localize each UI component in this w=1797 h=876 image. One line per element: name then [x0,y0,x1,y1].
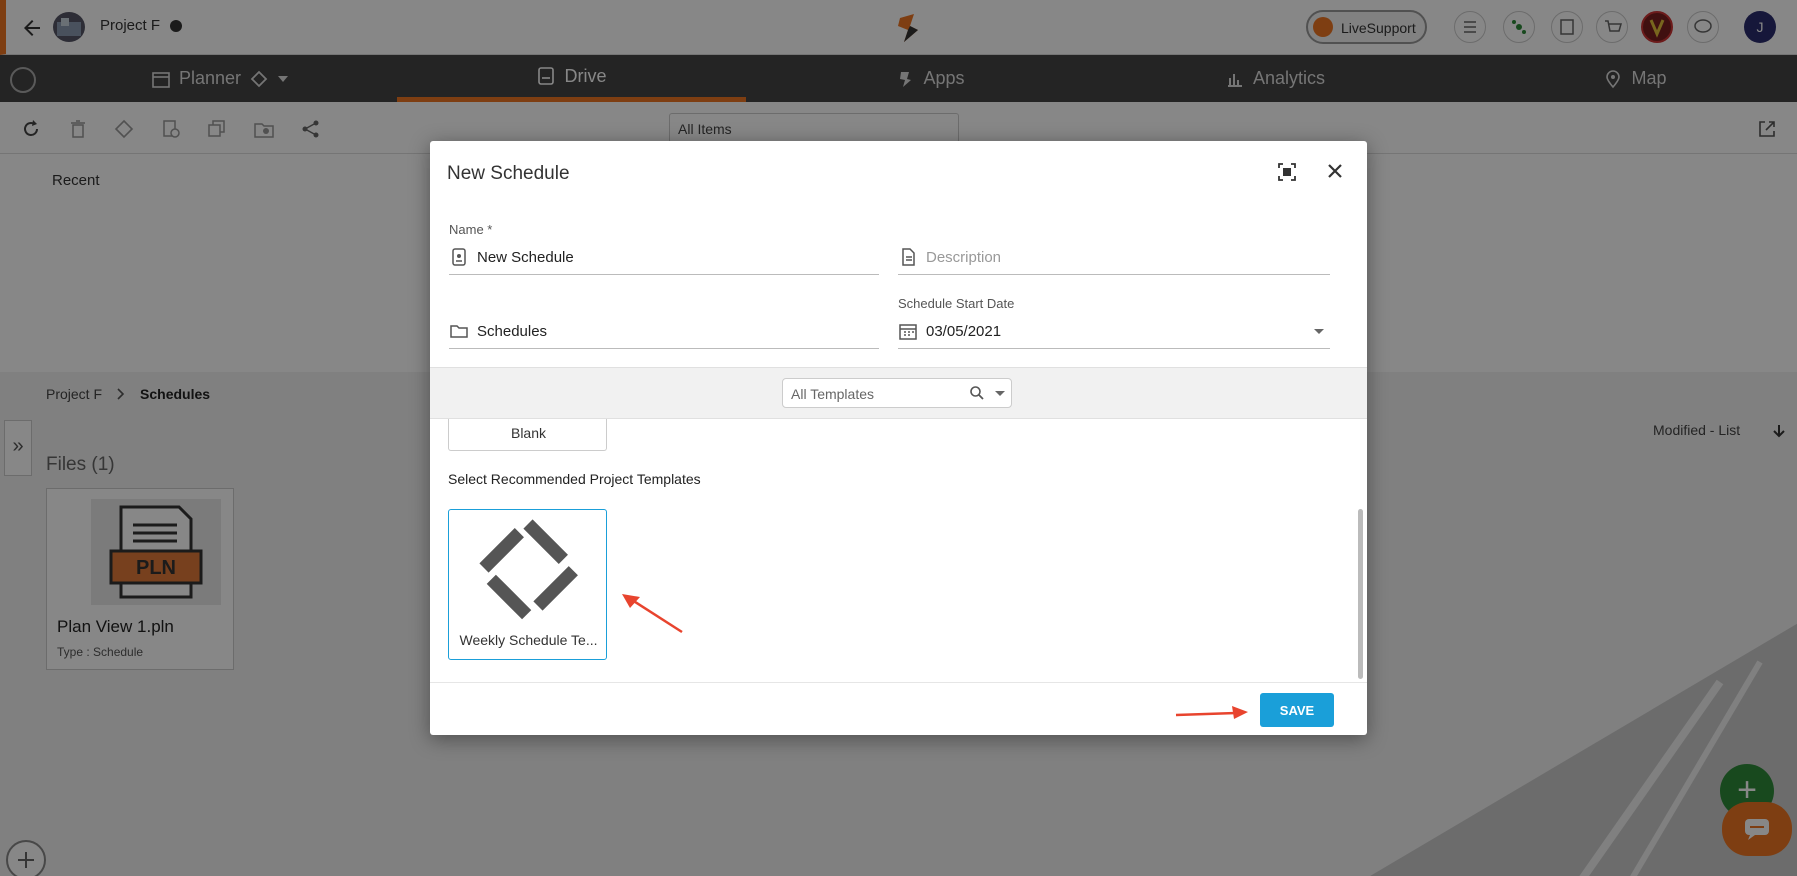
template-filter-select[interactable]: All Templates [782,378,1012,408]
annotation-arrow-template [622,594,683,634]
document-icon [902,248,915,266]
close-icon[interactable] [1323,159,1347,183]
name-label: Name * [449,222,493,237]
id-badge-icon [452,248,466,266]
annotation-arrow-save [1175,706,1248,719]
start-date-label: Schedule Start Date [898,296,1015,311]
description-placeholder: Description [926,249,1002,266]
recommended-templates-heading: Select Recommended Project Templates [448,471,701,487]
folder-icon [450,325,468,338]
start-date-picker[interactable]: 03/05/2021 [898,315,1330,349]
save-button[interactable]: SAVE [1260,693,1334,727]
calendar-icon [899,324,917,340]
name-value: New Schedule [477,249,574,266]
template-label: Weekly Schedule Te... [459,632,598,648]
chevron-down-icon[interactable] [1314,329,1324,334]
blank-template-card[interactable]: Blank [448,419,607,451]
schedule-diamond-icon [476,518,580,622]
weekly-schedule-template-card[interactable]: Weekly Schedule Te... [448,509,607,660]
dialog-title: New Schedule [447,163,570,184]
folder-field[interactable]: Schedules [449,315,879,349]
chevron-down-icon[interactable] [995,391,1005,396]
template-filter-bar: All Templates [430,367,1367,419]
name-field[interactable]: New Schedule [449,241,879,275]
blank-template-label: Blank [510,425,547,441]
new-schedule-dialog: New Schedule Name * New Schedule Descrip… [430,141,1367,735]
description-field[interactable]: Description [898,241,1330,275]
template-list: Blank Select Recommended Project Templat… [430,419,1367,682]
maximize-icon[interactable] [1276,161,1298,183]
template-list-scrollbar[interactable] [1358,509,1363,679]
start-date-value: 03/05/2021 [926,323,1002,340]
template-filter-value: All Templates [791,386,875,402]
folder-value: Schedules [477,323,548,340]
search-icon[interactable] [969,385,985,401]
